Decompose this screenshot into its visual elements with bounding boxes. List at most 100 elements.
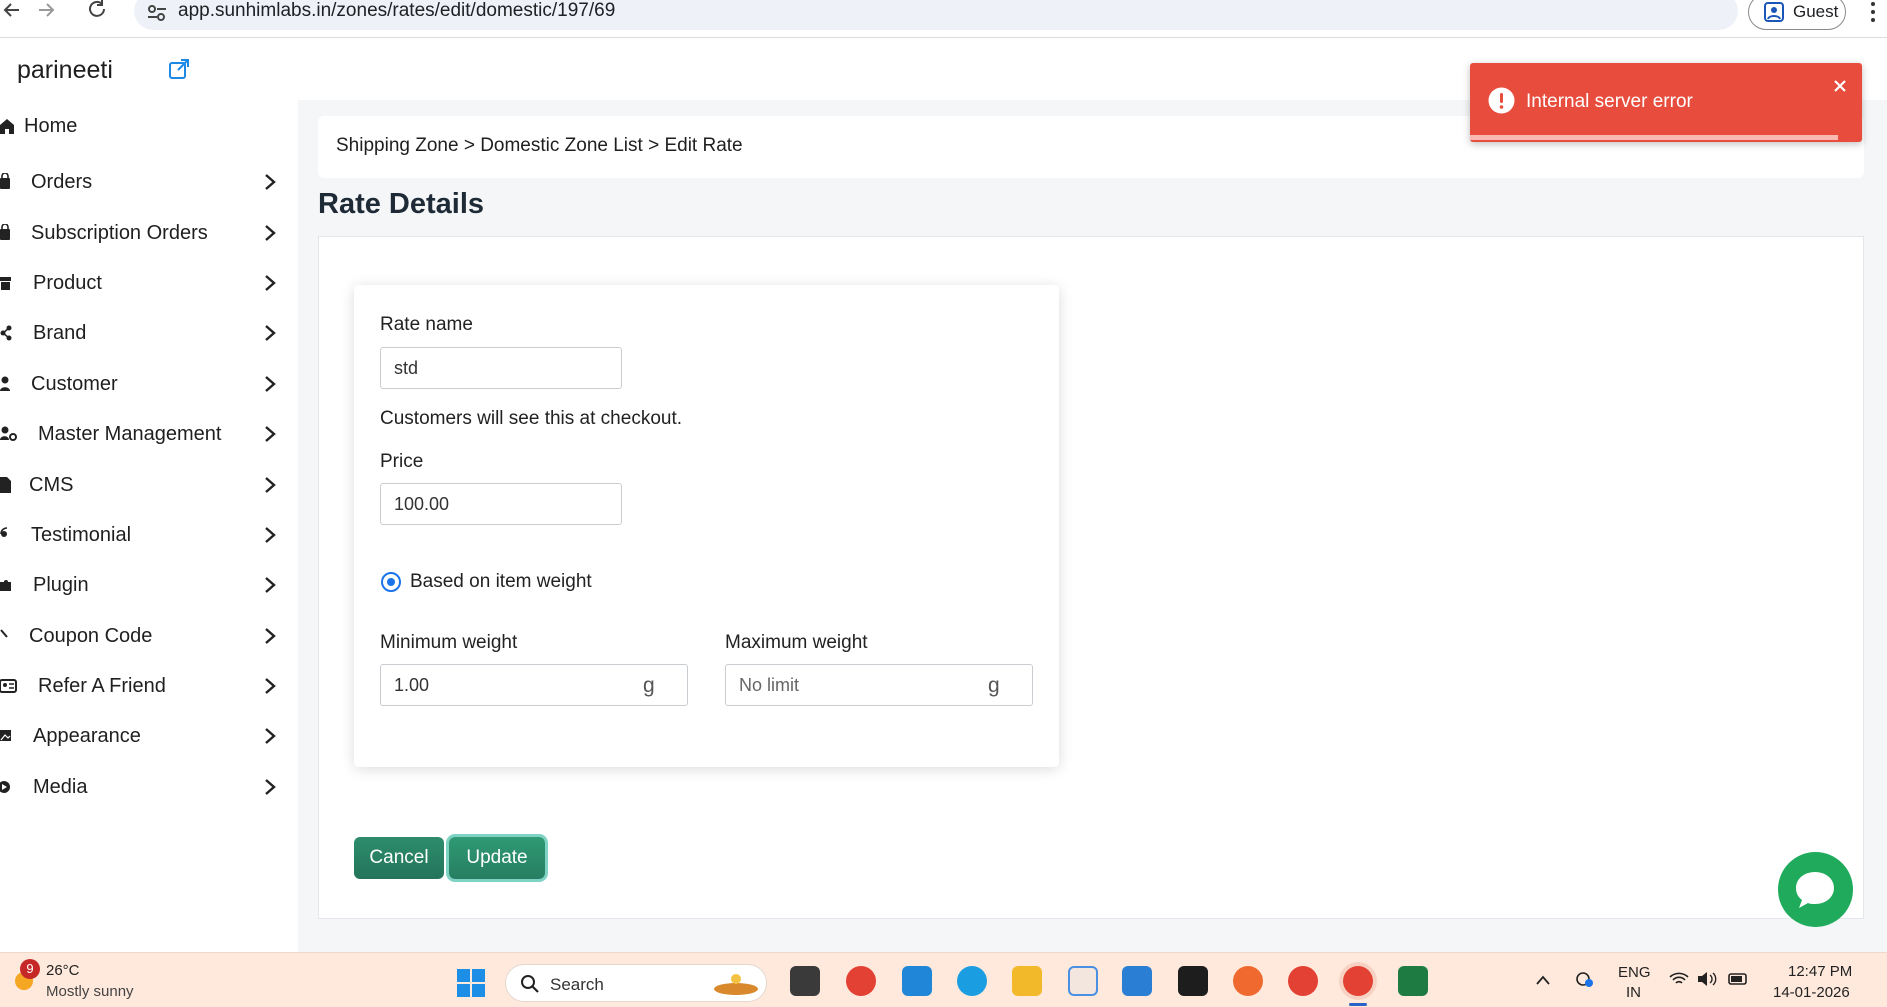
browser-toolbar: app.sunhimlabs.in/zones/rates/edit/domes… — [0, 0, 1887, 38]
onedrive-icon[interactable] — [1574, 968, 1596, 990]
taskbar-search[interactable]: Search — [505, 964, 767, 1002]
postman-app-icon[interactable] — [1233, 966, 1263, 996]
chat-widget-button[interactable] — [1778, 852, 1853, 927]
profile-button[interactable]: Guest — [1748, 0, 1846, 30]
sidebar-item-media[interactable]: Media — [0, 766, 298, 810]
sidebar-item-label: Plugin — [33, 574, 89, 596]
rate-name-input[interactable] — [380, 347, 622, 389]
external-link-icon[interactable] — [168, 58, 190, 80]
language-text[interactable]: ENG — [1618, 964, 1651, 981]
update-button[interactable]: Update — [449, 837, 545, 879]
chevron-right-icon — [262, 476, 278, 494]
chevron-right-icon — [262, 425, 278, 443]
weather-badge: 9 — [20, 959, 40, 979]
sidebar-item-label: Coupon Code — [29, 625, 153, 647]
browser-menu-icon[interactable] — [1868, 0, 1878, 24]
volume-icon[interactable] — [1697, 971, 1719, 987]
sidebar-item-testimonial[interactable]: Testimonial — [0, 514, 298, 558]
radio-button[interactable] — [381, 572, 401, 592]
image-icon — [0, 727, 14, 745]
excel-app-icon[interactable] — [1398, 966, 1428, 996]
shopping-bag-icon — [0, 223, 14, 242]
sidebar-item-label: Brand — [33, 322, 87, 344]
chevron-right-icon — [262, 375, 278, 393]
taskbar: 9 26°C Mostly sunny Search ENG IN 12:47 … — [0, 952, 1887, 1007]
price-label: Price — [380, 451, 424, 472]
sidebar-item-master-management[interactable]: Master Management — [0, 413, 298, 457]
sidebar-item-label: Orders — [31, 171, 93, 193]
task-view-icon[interactable] — [790, 966, 820, 996]
chevron-right-icon — [262, 324, 278, 342]
cancel-button[interactable]: Cancel — [354, 837, 444, 879]
site-settings-icon[interactable] — [146, 3, 168, 23]
sidebar-item-refer-a-friend[interactable]: Refer A Friend — [0, 665, 298, 709]
sidebar-item-label: Subscription Orders — [31, 222, 208, 244]
edge-app-icon[interactable] — [957, 966, 987, 996]
sidebar-item-plugin[interactable]: Plugin — [0, 564, 298, 608]
quote-icon — [0, 526, 14, 544]
notepad-icon[interactable] — [1122, 966, 1152, 996]
breadcrumb-text[interactable]: Shipping Zone > Domestic Zone List > Edi… — [336, 135, 743, 157]
sidebar-item-home[interactable]: Home — [0, 105, 298, 149]
forward-arrow-icon[interactable] — [34, 0, 58, 22]
windows-start-icon[interactable] — [456, 968, 486, 998]
search-icon — [520, 974, 540, 994]
sidebar-item-brand[interactable]: Brand — [0, 312, 298, 356]
min-weight-unit: g — [643, 674, 655, 697]
file-explorer-icon[interactable] — [1012, 966, 1042, 996]
region-text[interactable]: IN — [1626, 984, 1641, 1001]
min-weight-input[interactable] — [380, 664, 688, 706]
chevron-right-icon — [262, 627, 278, 645]
address-card-icon — [0, 677, 18, 695]
sidebar: Home Orders Subscription Orders Product … — [0, 100, 298, 952]
user-gear-icon — [0, 425, 18, 443]
sidebar-item-label: Appearance — [33, 725, 141, 747]
address-bar[interactable]: app.sunhimlabs.in/zones/rates/edit/domes… — [134, 0, 1738, 30]
clock-time[interactable]: 12:47 PM — [1788, 963, 1852, 980]
chrome-app-icon[interactable] — [1288, 966, 1318, 996]
sidebar-item-customer[interactable]: Customer — [0, 363, 298, 407]
sidebar-item-label: Customer — [31, 373, 118, 395]
max-weight-input[interactable] — [725, 664, 1033, 706]
back-arrow-icon[interactable] — [0, 0, 24, 22]
sidebar-item-label: Product — [33, 272, 102, 294]
snipping-tool-icon[interactable] — [1068, 966, 1098, 996]
tag-icon — [0, 627, 14, 645]
close-icon[interactable] — [1830, 76, 1850, 96]
play-icon — [0, 778, 14, 796]
chrome-active-app-icon[interactable] — [1343, 966, 1373, 996]
sidebar-item-subscription-orders[interactable]: Subscription Orders — [0, 212, 298, 256]
reload-icon[interactable] — [86, 0, 110, 22]
max-weight-label: Maximum weight — [725, 632, 868, 653]
chat-bubble-icon — [1796, 872, 1834, 908]
clock-date[interactable]: 14-01-2026 — [1773, 984, 1850, 1001]
user-icon — [0, 375, 14, 393]
price-input[interactable] — [380, 483, 622, 525]
file-icon — [0, 476, 14, 494]
sidebar-item-product[interactable]: Product — [0, 262, 298, 306]
sidebar-item-label: Testimonial — [31, 524, 132, 546]
search-highlight-icon — [712, 971, 760, 997]
rate-name-label: Rate name — [380, 314, 473, 335]
sidebar-item-coupon-code[interactable]: Coupon Code — [0, 615, 298, 659]
sidebar-item-orders[interactable]: Orders — [0, 161, 298, 205]
sidebar-item-appearance[interactable]: Appearance — [0, 715, 298, 759]
radio-dot — [387, 578, 395, 586]
vscode-app-icon[interactable] — [902, 966, 932, 996]
sidebar-item-label: Master Management — [38, 423, 222, 445]
chevron-right-icon — [262, 173, 278, 191]
wifi-icon[interactable] — [1668, 971, 1690, 987]
toast-message: Internal server error — [1526, 91, 1693, 112]
tray-overflow-icon[interactable] — [1536, 973, 1550, 985]
chrome-app-icon[interactable] — [846, 966, 876, 996]
radio-label: Based on item weight — [410, 571, 592, 592]
chevron-right-icon — [262, 576, 278, 594]
app-box-icon[interactable] — [1178, 966, 1208, 996]
battery-icon[interactable] — [1728, 971, 1750, 987]
sidebar-item-cms[interactable]: CMS — [0, 464, 298, 508]
chevron-right-icon — [262, 526, 278, 544]
toast-progress-bar — [1470, 135, 1839, 140]
chevron-right-icon — [262, 677, 278, 695]
chevron-right-icon — [262, 778, 278, 796]
home-icon — [0, 117, 14, 135]
